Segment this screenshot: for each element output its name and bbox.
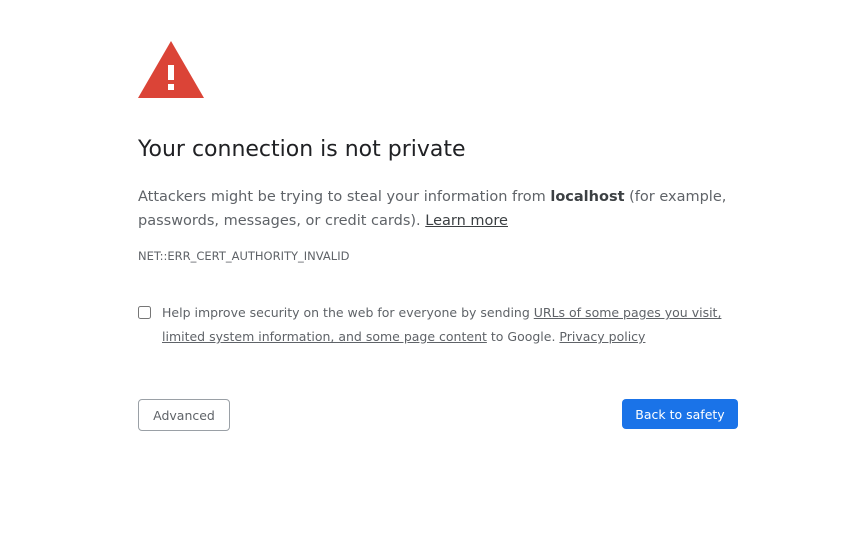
optin-text: Help improve security on the web for eve… [162, 305, 534, 320]
optin-label: Help improve security on the web for eve… [162, 301, 742, 349]
main-message: Attackers might be trying to steal your … [138, 185, 728, 233]
host-name: localhost [550, 189, 625, 205]
error-code: NET::ERR_CERT_AUTHORITY_INVALID [138, 249, 350, 263]
advanced-button[interactable]: Advanced [138, 399, 230, 431]
privacy-policy-link[interactable]: Privacy policy [559, 329, 645, 344]
ssl-interstitial-page: Your connection is not private Attackers… [0, 0, 854, 553]
back-to-safety-button[interactable]: Back to safety [622, 399, 738, 429]
warning-triangle-icon [138, 41, 204, 98]
improve-security-checkbox[interactable] [138, 306, 151, 319]
learn-more-link[interactable]: Learn more [425, 213, 508, 229]
optin-text-middle: to Google. [486, 329, 560, 344]
page-title: Your connection is not private [138, 137, 466, 162]
message-text: Attackers might be trying to steal your … [138, 189, 551, 205]
